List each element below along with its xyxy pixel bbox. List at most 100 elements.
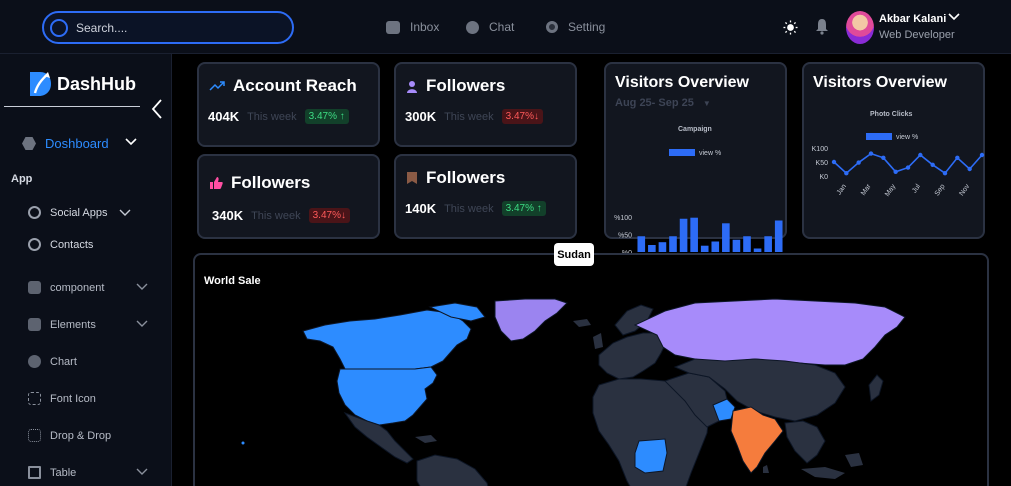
sidebar-item-component[interactable]: component: [28, 281, 104, 294]
sidebar-item-table[interactable]: Table: [28, 466, 76, 479]
stat-title: Followers: [231, 173, 311, 192]
map-region-south-america[interactable]: [416, 454, 490, 486]
card-title: Visitors Overview: [615, 74, 749, 91]
search-bar[interactable]: [42, 11, 294, 44]
sidebar-item-label: Chart: [50, 355, 77, 368]
bar[interactable]: [700, 245, 709, 252]
data-point[interactable]: [979, 152, 985, 158]
chevron-down-icon[interactable]: [136, 283, 148, 291]
chevron-down-icon[interactable]: [125, 138, 137, 146]
bar[interactable]: [637, 236, 646, 252]
sidebar-item-chart[interactable]: Chart: [28, 355, 77, 368]
bar[interactable]: [658, 242, 667, 252]
search-input[interactable]: [76, 20, 276, 35]
map-region-southeast-asia[interactable]: [784, 420, 826, 464]
stat-card-followers-saved[interactable]: Followers 140K This week 3.47% ↑: [394, 154, 577, 239]
chevron-down-icon[interactable]: [948, 12, 960, 22]
campaign-bar-chart: view % %100%50%0JanMarMayJulSepNov: [614, 149, 783, 257]
map-tooltip: Sudan: [554, 243, 594, 266]
sidebar-item-contacts[interactable]: Contacts: [28, 238, 93, 251]
trend-up-icon: [209, 81, 225, 91]
bar[interactable]: [669, 236, 677, 252]
map-region-sudan[interactable]: [634, 438, 668, 474]
sidebar-item-label: Drop & Drop: [50, 429, 112, 442]
elements-icon: [28, 318, 41, 331]
stat-title: Account Reach: [233, 76, 357, 95]
stat-card-account-reach[interactable]: Account Reach 404K This week 3.47% ↑: [197, 62, 380, 147]
world-map[interactable]: [195, 255, 989, 486]
map-region-canada[interactable]: [302, 309, 472, 370]
stat-card-followers[interactable]: Followers 300K This week 3.47%↓: [394, 62, 577, 147]
chart-title: Photo Clicks: [870, 111, 913, 118]
map-region-europe[interactable]: [598, 332, 668, 380]
date-range-label: Aug 25- Sep 25: [615, 97, 694, 109]
x-tick-label: Sep: [934, 183, 947, 197]
sidebar-item-label: Contacts: [50, 238, 94, 251]
theme-toggle-icon[interactable]: [783, 20, 798, 35]
data-point[interactable]: [905, 165, 911, 170]
x-tick-label: Mar: [860, 183, 873, 197]
bar[interactable]: [679, 218, 688, 252]
user-role: Web Developer: [879, 29, 955, 41]
stat-value: 404K: [208, 109, 240, 124]
brand-logo[interactable]: DashHub: [28, 71, 136, 97]
search-icon: [50, 18, 68, 37]
bar[interactable]: [648, 245, 656, 252]
stat-card-followers-likes[interactable]: Followers 340K This week 3.47%↓: [197, 154, 380, 239]
sidebar-item-label: Table: [50, 466, 77, 479]
data-point[interactable]: [893, 169, 898, 174]
bar[interactable]: [711, 241, 720, 253]
cube-icon: [28, 281, 41, 294]
chevron-down-icon[interactable]: [136, 320, 148, 328]
nav-chat[interactable]: Chat: [466, 20, 514, 34]
stat-change-badge: 3.47%↓: [308, 208, 350, 223]
bar[interactable]: [722, 223, 730, 252]
chart-title: Campaign: [678, 126, 712, 133]
bar[interactable]: [753, 248, 762, 253]
series-line: [833, 152, 983, 175]
nav-inbox[interactable]: Inbox: [386, 20, 439, 34]
bar[interactable]: [743, 236, 751, 252]
y-tick-label: K50: [816, 160, 829, 167]
data-point[interactable]: [967, 166, 972, 172]
sidebar-item-elements[interactable]: Elements: [28, 318, 96, 331]
inbox-icon: [386, 20, 400, 34]
sidebar-item-social-apps[interactable]: Social Apps: [28, 206, 107, 219]
sidebar-item-drag-drop[interactable]: Drop & Drop: [28, 429, 111, 442]
notification-bell-icon[interactable]: [815, 18, 829, 35]
sidebar-item-label: Font Icon: [50, 392, 96, 405]
stat-title: Followers: [426, 76, 506, 95]
data-point[interactable]: [844, 171, 849, 176]
top-bar: Inbox Chat Setting Akbar Kalani Web Deve…: [0, 0, 1011, 54]
data-point[interactable]: [868, 151, 874, 156]
data-point[interactable]: [831, 159, 837, 165]
bar[interactable]: [764, 236, 772, 252]
chevron-down-icon[interactable]: [136, 468, 148, 476]
map-region-greenland[interactable]: [494, 298, 568, 342]
sidebar-item-font-icon[interactable]: Font Icon: [28, 392, 96, 405]
data-point[interactable]: [881, 155, 886, 160]
bar[interactable]: [774, 220, 783, 253]
stat-title: Followers: [426, 168, 506, 187]
sidebar-item-dashboard[interactable]: Doshboard: [22, 136, 109, 151]
data-point[interactable]: [918, 152, 923, 158]
card-title: Visitors Overview: [813, 74, 947, 91]
data-point[interactable]: [930, 162, 935, 167]
map-region-japan[interactable]: [868, 374, 884, 402]
data-point[interactable]: [856, 160, 861, 165]
bar[interactable]: [732, 239, 741, 252]
chevron-down-icon[interactable]: [119, 209, 131, 217]
dashboard-icon: [22, 137, 36, 150]
date-range-select[interactable]: Aug 25- Sep 25 ▼: [615, 97, 711, 109]
collapse-sidebar-icon[interactable]: [144, 96, 170, 122]
nav-setting[interactable]: Setting: [546, 20, 605, 34]
nav-setting-label: Setting: [568, 20, 606, 34]
stat-period: This week: [444, 202, 494, 215]
legend-swatch: [866, 133, 892, 140]
bar[interactable]: [690, 217, 698, 252]
data-point[interactable]: [942, 171, 948, 176]
x-tick-label: Jul: [911, 183, 922, 195]
map-region-russia[interactable]: [633, 298, 906, 366]
avatar[interactable]: [846, 11, 874, 44]
data-point[interactable]: [955, 155, 960, 160]
